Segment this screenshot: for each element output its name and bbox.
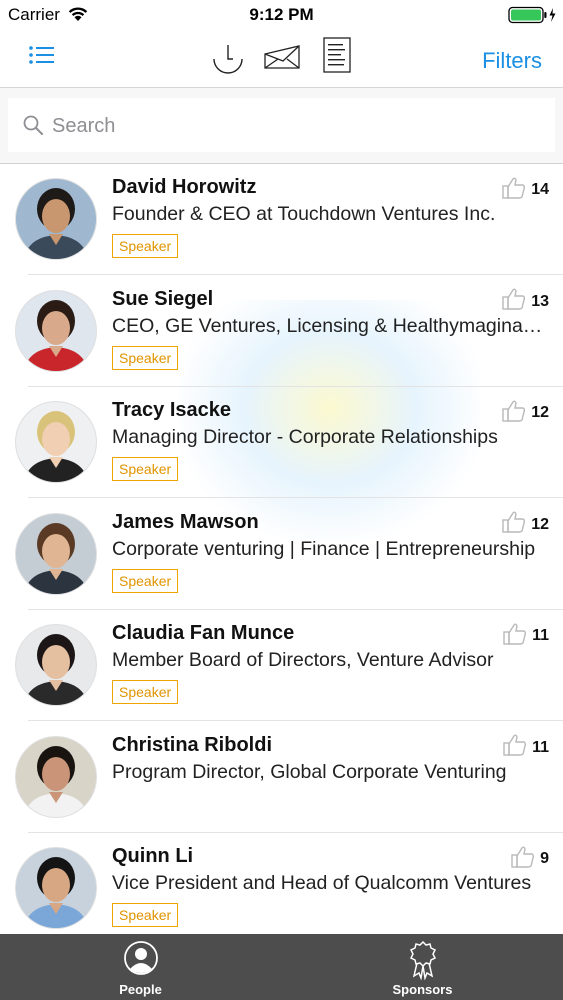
tab-bar: People Sponsors <box>0 934 563 1000</box>
status-bar: Carrier 9:12 PM <box>0 0 563 30</box>
person-title: Corporate venturing | Finance | Entrepre… <box>112 537 536 560</box>
list-item[interactable]: David Horowitz Founder & CEO at Touchdown… <box>0 164 563 275</box>
tab-sponsors[interactable]: Sponsors <box>282 934 563 1000</box>
list-icon[interactable] <box>28 44 56 71</box>
search-icon <box>22 114 44 141</box>
filters-button[interactable]: Filters <box>482 48 542 74</box>
thumbs-up-icon <box>501 287 527 316</box>
tab-sponsors-label: Sponsors <box>392 982 453 997</box>
person-title: Member Board of Directors, Venture Advis… <box>112 649 494 671</box>
person-name: Christina Riboldi <box>112 733 272 756</box>
search-input[interactable] <box>50 110 534 142</box>
like-count: 11 <box>532 627 549 644</box>
avatar <box>16 625 96 705</box>
person-name: Quinn Li <box>112 845 194 867</box>
thumbs-up-icon <box>501 399 527 428</box>
list-item[interactable]: Sue Siegel CEO, GE Ventures, Licensing & … <box>0 276 563 387</box>
thumbs-up-icon <box>501 176 527 205</box>
tab-people-label: People <box>119 982 162 997</box>
like-count: 13 <box>531 292 549 310</box>
speaker-badge: Speaker <box>112 345 179 370</box>
person-name: Sue Siegel <box>112 287 214 310</box>
document-icon[interactable] <box>322 37 352 78</box>
like-button[interactable]: 13 <box>501 287 549 316</box>
like-button[interactable]: 12 <box>501 510 549 539</box>
app-screen: Carrier 9:12 PM Filters Search David Hor… <box>0 0 563 1000</box>
avatar <box>16 290 96 371</box>
speaker-badge: Speaker <box>112 457 179 481</box>
speaker-badge: Speaker <box>112 680 179 704</box>
thumbs-up-icon <box>510 845 536 874</box>
speaker-badge: Speaker <box>112 568 179 593</box>
like-count: 12 <box>531 515 549 533</box>
person-title: CEO, GE Ventures, Licensing & Healthymag… <box>112 314 544 337</box>
like-button[interactable]: 9 <box>510 845 549 874</box>
like-button[interactable]: 11 <box>502 733 549 762</box>
speaker-badge: Speaker <box>112 234 179 258</box>
thumbs-up-icon <box>502 733 528 762</box>
person-name: David Horowitz <box>112 176 257 198</box>
tab-people[interactable]: People <box>0 934 281 1000</box>
like-button[interactable]: 14 <box>501 176 549 205</box>
avatar <box>16 179 96 259</box>
person-name: Claudia Fan Munce <box>112 622 295 644</box>
list-item[interactable]: James Mawson Corporate venturing | Financ… <box>0 499 563 610</box>
clock-icon[interactable] <box>211 40 245 79</box>
like-button[interactable]: 12 <box>501 399 549 428</box>
avatar <box>16 848 96 928</box>
speaker-badge: Speaker <box>112 903 179 927</box>
person-title: Founder & CEO at Touchdown Ventures Inc. <box>112 203 496 225</box>
thumbs-up-icon <box>501 510 527 539</box>
list-item[interactable]: Christina Riboldi Program Director, Globa… <box>0 722 563 833</box>
person-title: Managing Director - Corporate Relationsh… <box>112 426 498 448</box>
ribbon-award-icon <box>406 940 440 985</box>
list-item[interactable]: Quinn Li Vice President and Head of Qualc… <box>0 833 563 934</box>
person-name: Tracy Isacke <box>112 399 231 421</box>
like-count: 11 <box>532 738 549 756</box>
person-icon <box>123 940 159 981</box>
search-field[interactable] <box>8 98 555 152</box>
search-bar <box>0 88 563 164</box>
like-count: 12 <box>531 404 549 421</box>
people-list: David Horowitz Founder & CEO at Touchdown… <box>0 164 563 934</box>
like-button[interactable]: 11 <box>502 622 549 651</box>
list-item[interactable]: Tracy Isacke Managing Director - Corporat… <box>0 387 563 498</box>
navigation-bar: Filters <box>0 30 563 88</box>
like-count: 14 <box>531 181 549 198</box>
person-title: Vice President and Head of Qualcomm Vent… <box>112 872 532 894</box>
status-time: 9:12 PM <box>249 5 314 24</box>
person-title: Program Director, Global Corporate Ventu… <box>112 760 507 783</box>
avatar <box>16 513 96 594</box>
mail-icon[interactable] <box>263 44 301 75</box>
avatar <box>16 402 96 482</box>
like-count: 9 <box>540 850 549 867</box>
person-name: James Mawson <box>112 510 259 533</box>
thumbs-up-icon <box>502 622 528 651</box>
battery-icon <box>508 6 558 29</box>
list-item[interactable]: Claudia Fan Munce Member Board of Directo… <box>0 610 563 721</box>
avatar <box>16 736 96 817</box>
